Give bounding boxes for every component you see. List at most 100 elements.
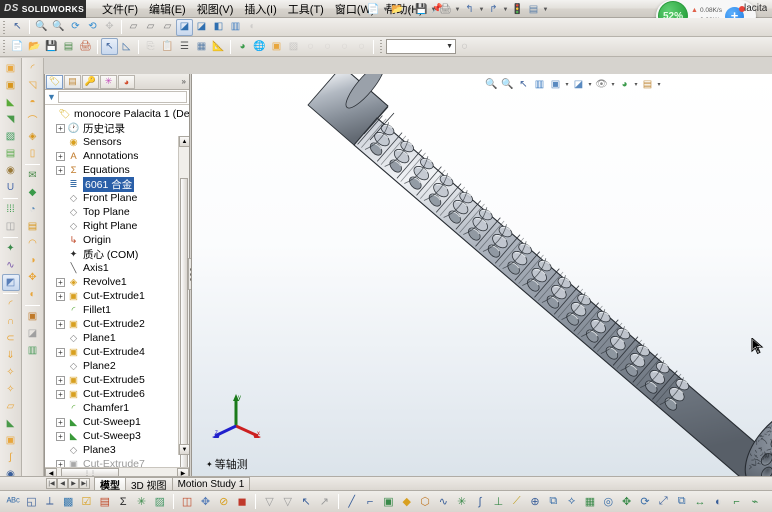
tab-nav-button-1[interactable]: ◀ [57, 478, 68, 489]
tree-filter-input[interactable] [58, 91, 187, 103]
filter-edges-icon[interactable]: ▽ [279, 492, 297, 511]
tree-item-monocore-palacita-1-defa[interactable]: 🏷 monocore Palacita 1 (Defa [45, 107, 189, 121]
save-dropdown-arrow-icon[interactable]: ▼ [430, 7, 437, 13]
dynamic-mirror-icon[interactable]: ⟡ [563, 492, 581, 511]
hidden-lines-removed-icon[interactable]: ▱ [159, 19, 176, 36]
dome-icon[interactable]: ✉ [24, 167, 42, 184]
freeform-icon[interactable]: ◆ [24, 184, 42, 201]
appearance-icon[interactable]: ◕ [234, 38, 251, 55]
line-tool-icon[interactable]: ╱ [343, 492, 361, 511]
hole-wizard-icon[interactable]: ◉ [2, 162, 20, 179]
instant3d-icon[interactable]: ◩ [2, 274, 20, 291]
revolved-boss-icon[interactable]: ▣ [2, 77, 20, 94]
sketch-fillet-icon[interactable]: ◜ [2, 296, 20, 313]
split-entities-icon[interactable]: ◐ [709, 492, 727, 511]
equations-icon[interactable]: Σ [114, 492, 132, 511]
undo-icon[interactable]: ↰ [462, 2, 477, 17]
modify-sketch-icon[interactable]: ✥ [196, 492, 214, 511]
sketch-picture-icon[interactable]: ▤ [96, 492, 114, 511]
sketch-setup-icon[interactable]: ▨ [151, 492, 169, 511]
circular-sketch-pattern-icon[interactable]: ◎ [599, 492, 617, 511]
menu-insert[interactable]: 插入(I) [244, 1, 276, 17]
repair-sketch-icon[interactable]: ✳ [132, 492, 150, 511]
menu-view[interactable]: 视图(V) [197, 1, 234, 17]
coordinate-system-icon[interactable]: ▣ [2, 432, 20, 449]
tab-nav-button-2[interactable]: ▶ [68, 478, 79, 489]
rotate-entities-icon[interactable]: ⟳ [636, 492, 654, 511]
rotate-view-ccw-icon[interactable]: ⟲ [84, 19, 101, 36]
scroll-up-arrow-icon[interactable]: ▲ [179, 136, 189, 147]
expand-node-icon[interactable]: + [56, 418, 65, 427]
linear-pattern-icon[interactable]: ⁞⁞⁞ [2, 201, 20, 218]
polygon-icon[interactable]: ⬡ [416, 492, 434, 511]
close-sketch-icon[interactable]: ⊘ [215, 492, 233, 511]
save-icon[interactable]: 💾 [414, 2, 429, 17]
tree-item-origin[interactable]: ↳ Origin [45, 233, 189, 247]
edit-sketch-icon[interactable]: ◺ [118, 38, 135, 55]
boundary-boss-icon[interactable]: ▧ [2, 128, 20, 145]
chamfer-icon[interactable]: ◹ [24, 77, 42, 94]
new-file-icon[interactable]: 📄 [9, 38, 26, 55]
material-icon[interactable]: ▣ [268, 38, 285, 55]
split-icon[interactable]: ◑ [24, 252, 42, 269]
construction-geometry-icon[interactable]: ⊕ [526, 492, 544, 511]
shell-icon[interactable]: ⌒ [24, 111, 42, 128]
align-grid-icon[interactable]: ◫ [178, 492, 196, 511]
tab-3d-views[interactable]: 3D 视图 [125, 477, 173, 490]
expand-node-icon[interactable]: + [56, 278, 65, 287]
axis-icon[interactable]: ◣ [2, 415, 20, 432]
redo-dropdown-arrow-icon[interactable]: ▼ [502, 7, 509, 13]
tree-item-revolve1[interactable]: + ◈ Revolve1 [45, 275, 189, 289]
expand-node-icon[interactable]: + [56, 432, 65, 441]
save-all-icon[interactable]: ▤ [60, 38, 77, 55]
extend-entities-icon[interactable]: ✧ [2, 381, 20, 398]
swept-boss-icon[interactable]: ◣ [2, 94, 20, 111]
curves-icon[interactable]: ∿ [2, 257, 20, 274]
combine-icon[interactable]: ▣ [24, 308, 42, 325]
extruded-cut-icon[interactable]: ▤ [2, 145, 20, 162]
scene-icon[interactable]: 🌐 [251, 38, 268, 55]
tree-item-sensors[interactable]: ◉ Sensors [45, 135, 189, 149]
sketch-chamfer-icon[interactable]: ∩ [2, 313, 20, 330]
linear-sketch-pattern-icon[interactable]: ▦ [581, 492, 599, 511]
expand-node-icon[interactable]: + [56, 152, 65, 161]
tree-item-plane1[interactable]: ◇ Plane1 [45, 331, 189, 345]
open-file-icon[interactable]: 📂 [26, 38, 43, 55]
mirror-icon[interactable]: ◫ [2, 218, 20, 235]
style-spline-icon[interactable]: ✳ [453, 492, 471, 511]
save-file-icon[interactable]: 💾 [43, 38, 60, 55]
plane-icon[interactable]: ▱ [2, 398, 20, 415]
move-face-icon[interactable]: ✥ [24, 269, 42, 286]
filter-faces-icon[interactable]: ▽ [260, 492, 278, 511]
tree-item-cut-sweep1[interactable]: + ◣ Cut-Sweep1 [45, 415, 189, 429]
stretch-entities-icon[interactable]: ↔ [691, 492, 709, 511]
tree-item-cut-extrude5[interactable]: + ▣ Cut-Extrude5 [45, 373, 189, 387]
trim-entities-icon[interactable]: ✧ [2, 364, 20, 381]
tab-display-manager[interactable]: ◕ [118, 75, 135, 89]
deform-icon[interactable]: ◔ [24, 201, 42, 218]
sketch-numeric-input-icon[interactable]: ⌁ [746, 492, 764, 511]
tree-vertical-scrollbar[interactable]: ▲ ▼ [178, 136, 189, 455]
copy-entities-icon[interactable]: ⧉ [672, 492, 690, 511]
section-view-icon[interactable]: ▥ [227, 19, 244, 36]
hidden-lines-visible-icon[interactable]: ▱ [142, 19, 159, 36]
spline-icon[interactable]: ∿ [434, 492, 452, 511]
center-rectangle-icon[interactable]: ▣ [379, 492, 397, 511]
print-icon[interactable]: 🖨 [438, 2, 453, 17]
select-tool-icon[interactable]: ↖ [9, 19, 26, 36]
expand-node-icon[interactable]: + [56, 320, 65, 329]
tree-item-axis1[interactable]: ╲ Axis1 [45, 261, 189, 275]
lofted-boss-icon[interactable]: ◥ [2, 111, 20, 128]
tree-item-annotations[interactable]: + A Annotations [45, 149, 189, 163]
tree-item-equations[interactable]: + Σ Equations [45, 163, 189, 177]
tab-model[interactable]: 模型 [94, 477, 126, 490]
monocore-suppressor-model[interactable] [192, 74, 772, 480]
expand-node-icon[interactable]: + [56, 124, 65, 133]
filter-vertices-icon[interactable]: ↖ [297, 492, 315, 511]
toolbar-drag-handle[interactable] [2, 39, 7, 54]
graphics-viewport[interactable]: 🔍 🔍 ↖ ▥ ▣ ▾ ◪ ▾ 👁 ▾ ◕ ▾ ▤ ▾ x z y ✦ 等轴测 [191, 74, 772, 480]
new-document-icon[interactable]: 📄 [366, 2, 381, 17]
equation-curve-icon[interactable]: ∫ [471, 492, 489, 511]
no-solve-move-icon[interactable]: ◼ [233, 492, 251, 511]
draft-quality-icon[interactable]: ◧ [210, 19, 227, 36]
